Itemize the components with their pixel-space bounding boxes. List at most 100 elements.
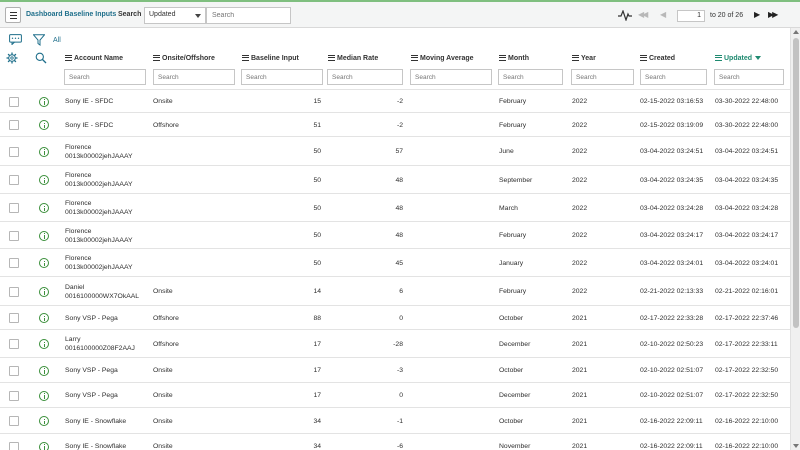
info-circle-icon[interactable] bbox=[39, 258, 49, 268]
hamburger-menu-icon[interactable] bbox=[5, 7, 21, 23]
scroll-down-arrow-icon[interactable] bbox=[793, 444, 799, 448]
row-select-checkbox[interactable] bbox=[9, 258, 19, 268]
scroll-up-arrow-icon[interactable] bbox=[793, 30, 799, 34]
settings-gear-icon[interactable] bbox=[6, 52, 18, 64]
table-row[interactable]: Sony VSP - Pega Onsite 17 -3 October 2021 02-1… bbox=[0, 357, 790, 382]
cell-account-name[interactable]: Daniel 0016100000WX7OkAAL bbox=[65, 283, 139, 301]
filter-funnel-icon[interactable] bbox=[33, 34, 45, 46]
filter-breadcrumb-all[interactable]: All bbox=[53, 37, 61, 44]
cell-account-name[interactable]: Florence 0013k00002jehJAAAY bbox=[65, 254, 133, 272]
column-search-created[interactable] bbox=[640, 69, 707, 85]
info-circle-icon[interactable] bbox=[39, 230, 49, 241]
info-circle-icon[interactable] bbox=[39, 441, 49, 450]
row-select-checkbox[interactable] bbox=[9, 120, 19, 130]
column-menu-icon[interactable] bbox=[572, 54, 579, 61]
info-circle-icon[interactable] bbox=[39, 339, 49, 349]
previous-page-icon[interactable]: ◀ bbox=[660, 10, 666, 19]
column-header-updated[interactable]: Updated bbox=[715, 54, 761, 62]
activity-pulse-icon[interactable] bbox=[618, 10, 632, 21]
row-select-checkbox[interactable] bbox=[9, 441, 19, 450]
column-header-baseline-input[interactable]: Baseline Input bbox=[242, 54, 299, 62]
table-row[interactable]: Sony VSP - Pega Onsite 17 0 December 2021 02-1… bbox=[0, 382, 790, 407]
row-select-checkbox[interactable] bbox=[9, 339, 19, 349]
cell-account-name[interactable]: Sony IE - Snowflake bbox=[65, 442, 126, 450]
table-row[interactable]: Florence 0013k00002jehJAAAY 50 45 January 202… bbox=[0, 248, 790, 276]
column-search-month[interactable] bbox=[498, 69, 563, 85]
search-magnifier-icon[interactable] bbox=[35, 52, 47, 64]
column-header-created[interactable]: Created bbox=[640, 54, 675, 62]
next-page-icon[interactable]: ▶ bbox=[754, 10, 760, 19]
last-page-icon[interactable]: ▶▶ bbox=[768, 10, 778, 19]
cell-account-name[interactable]: Florence 0013k00002jehJAAAY bbox=[65, 171, 133, 189]
row-select-checkbox[interactable] bbox=[9, 416, 19, 426]
column-header-month[interactable]: Month bbox=[499, 54, 529, 62]
row-select-checkbox[interactable] bbox=[9, 175, 19, 185]
column-menu-icon[interactable] bbox=[640, 54, 647, 61]
chat-bubble-icon[interactable] bbox=[9, 34, 22, 45]
info-circle-icon[interactable] bbox=[39, 175, 49, 185]
info-circle-icon[interactable] bbox=[39, 96, 49, 107]
cell-account-name[interactable]: Larry 0016100000Z08F2AAJ bbox=[65, 335, 135, 353]
cell-account-name[interactable]: Sony IE - SFDC bbox=[65, 97, 113, 106]
cell-account-name[interactable]: Sony VSP - Pega bbox=[65, 366, 118, 375]
row-select-checkbox[interactable] bbox=[9, 230, 19, 241]
info-circle-icon[interactable] bbox=[39, 146, 49, 157]
column-menu-icon[interactable] bbox=[328, 54, 335, 61]
column-search-moving-average[interactable] bbox=[410, 69, 492, 85]
column-search-account-name[interactable] bbox=[64, 69, 146, 85]
row-select-checkbox[interactable] bbox=[9, 390, 19, 401]
column-search-median-rate[interactable] bbox=[327, 69, 403, 85]
table-row[interactable]: Sony IE - Snowflake Onsite 34 -6 November 202… bbox=[0, 433, 790, 450]
search-field-select[interactable]: Updated bbox=[144, 7, 206, 24]
cell-account-name[interactable]: Florence 0013k00002jehJAAAY bbox=[65, 199, 133, 217]
table-row[interactable]: Sony IE - SFDC Onsite 15 -2 February 2022 02-1… bbox=[0, 89, 790, 112]
column-header-onsite-offshore[interactable]: Onsite/Offshore bbox=[153, 54, 215, 62]
cell-account-name[interactable]: Sony IE - SFDC bbox=[65, 121, 113, 130]
info-circle-icon[interactable] bbox=[39, 390, 49, 401]
column-menu-icon[interactable] bbox=[242, 54, 249, 61]
table-row[interactable]: Florence 0013k00002jehJAAAY 50 48 September 2… bbox=[0, 165, 790, 193]
row-select-checkbox[interactable] bbox=[9, 286, 19, 297]
column-header-year[interactable]: Year bbox=[572, 54, 596, 62]
info-circle-icon[interactable] bbox=[39, 416, 49, 426]
row-select-checkbox[interactable] bbox=[9, 96, 19, 107]
info-circle-icon[interactable] bbox=[39, 313, 49, 323]
column-search-onsite-offshore[interactable] bbox=[153, 69, 235, 85]
cell-account-name[interactable]: Sony VSP - Pega bbox=[65, 391, 118, 400]
column-search-updated[interactable] bbox=[714, 69, 784, 85]
list-title[interactable]: Dashboard Baseline Inputs bbox=[26, 11, 116, 18]
info-circle-icon[interactable] bbox=[39, 365, 49, 376]
column-header-median-rate[interactable]: Median Rate bbox=[328, 54, 378, 62]
info-circle-icon[interactable] bbox=[39, 203, 49, 213]
column-menu-icon[interactable] bbox=[65, 54, 72, 61]
page-number-input[interactable]: 1 bbox=[677, 10, 705, 22]
column-menu-icon[interactable] bbox=[499, 54, 506, 61]
table-row[interactable]: Sony IE - SFDC Offshore 51 -2 February 2022 02… bbox=[0, 112, 790, 136]
search-input[interactable] bbox=[206, 7, 291, 24]
row-select-checkbox[interactable] bbox=[9, 146, 19, 157]
cell-account-name[interactable]: Florence 0013k00002jehJAAAY bbox=[65, 227, 133, 245]
column-header-account-name[interactable]: Account Name bbox=[65, 54, 123, 62]
row-select-checkbox[interactable] bbox=[9, 203, 19, 213]
info-circle-icon[interactable] bbox=[39, 120, 49, 130]
table-row[interactable]: Sony VSP - Pega Offshore 88 0 October 2021 02-… bbox=[0, 305, 790, 329]
info-circle-icon[interactable] bbox=[39, 286, 49, 297]
cell-account-name[interactable]: Sony IE - Snowflake bbox=[65, 417, 126, 426]
scrollbar-thumb[interactable] bbox=[793, 38, 799, 328]
column-menu-icon[interactable] bbox=[411, 54, 418, 61]
row-select-checkbox[interactable] bbox=[9, 365, 19, 376]
column-search-baseline-input[interactable] bbox=[241, 69, 323, 85]
column-header-moving-average[interactable]: Moving Average bbox=[411, 54, 474, 62]
table-row[interactable]: Florence 0013k00002jehJAAAY 50 48 March 2022 0… bbox=[0, 193, 790, 221]
table-row[interactable]: Larry 0016100000Z08F2AAJ Offshore 17 -28 Dece… bbox=[0, 329, 790, 357]
column-menu-icon[interactable] bbox=[715, 54, 722, 61]
vertical-scrollbar[interactable] bbox=[790, 28, 800, 450]
table-row[interactable]: Florence 0013k00002jehJAAAY 50 57 June 2022 03… bbox=[0, 136, 790, 165]
column-menu-icon[interactable] bbox=[153, 54, 160, 61]
table-row[interactable]: Sony IE - Snowflake Onsite 34 -1 October 2021… bbox=[0, 407, 790, 433]
table-row[interactable]: Daniel 0016100000WX7OkAAL Onsite 14 6 Februar… bbox=[0, 276, 790, 305]
first-page-icon[interactable]: ◀◀ bbox=[638, 10, 648, 19]
table-row[interactable]: Florence 0013k00002jehJAAAY 50 48 February 20… bbox=[0, 221, 790, 248]
cell-account-name[interactable]: Florence 0013k00002jehJAAAY bbox=[65, 143, 133, 161]
column-search-year[interactable] bbox=[571, 69, 634, 85]
